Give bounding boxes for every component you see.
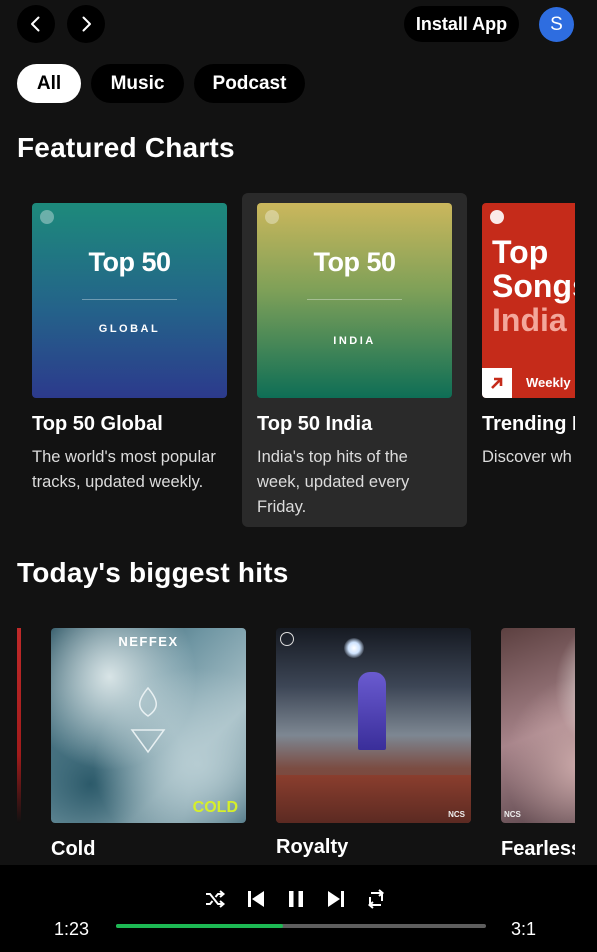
progress-fill (116, 924, 283, 928)
cover-title: Top 50 (88, 247, 171, 277)
cover-text-block: Top Songs India (492, 235, 575, 337)
repeat-button[interactable] (364, 887, 388, 911)
cover-subtitle: GLOBAL (98, 323, 161, 335)
track-title: Royalty (276, 836, 349, 858)
filter-chip-all[interactable]: All (17, 64, 81, 103)
chart-card-trending-india[interactable]: Top Songs India Weekly Trending I Discov… (467, 193, 575, 527)
elapsed-time: 1:23 (54, 919, 90, 939)
cover-line-songs: Songs (492, 268, 575, 304)
cover-tag: COLD (192, 799, 238, 816)
filter-chip-podcast[interactable]: Podcast (194, 64, 305, 103)
player-bar: 1:23 3:1 (0, 865, 597, 952)
cover-divider (82, 299, 177, 300)
neffex-emblem-icon (130, 686, 166, 754)
spotify-logo-icon (40, 210, 54, 224)
cover-ground (276, 775, 471, 823)
track-card-cold[interactable]: NEFFEX COLD Cold (36, 620, 261, 865)
chart-card-top50-global[interactable]: Top 50 GLOBAL Top 50 Global The world's … (17, 193, 242, 527)
light-orb (344, 638, 364, 658)
cover-top50-global: Top 50 GLOBAL (32, 203, 227, 398)
track-title: Cold (51, 838, 96, 860)
cover-tag: NCS (448, 810, 465, 819)
next-icon (328, 891, 344, 907)
cover-cold: NEFFEX COLD (51, 628, 246, 823)
cover-royalty: NCS (276, 628, 471, 823)
chart-card-top50-india[interactable]: Top 50 INDIA Top 50 India India's top hi… (242, 193, 467, 527)
chevron-left-icon (31, 16, 40, 32)
cloaked-figure (358, 672, 386, 750)
card-description: India's top hits of the week, updated ev… (257, 448, 410, 516)
total-duration: 3:1 (511, 919, 537, 939)
next-button[interactable] (324, 887, 348, 911)
track-card-royalty[interactable]: NCS Royalty (261, 620, 486, 865)
section-title-featured-charts: Featured Charts (17, 132, 235, 163)
track-title: Fearless (501, 838, 575, 860)
cover-line-india: India (492, 302, 567, 338)
section-title-biggest-hits: Today's biggest hits (17, 557, 289, 588)
filter-chip-music[interactable]: Music (91, 64, 184, 103)
partial-cover-left (17, 628, 21, 823)
cover-fearless: NCS (501, 628, 575, 823)
cover-title: Top 50 (313, 247, 396, 277)
cover-artist-text: NEFFEX (118, 634, 179, 649)
card-title: Trending I (482, 413, 575, 435)
card-description: Discover wh across India (482, 448, 575, 466)
previous-button[interactable] (244, 887, 268, 911)
pause-icon (289, 891, 303, 907)
cover-subtitle: INDIA (333, 335, 376, 347)
biggest-hits-carousel: NEFFEX COLD Cold NCS Royalty NCS Fearles… (0, 620, 575, 865)
shuffle-icon (206, 890, 226, 908)
forward-button[interactable] (67, 5, 105, 43)
card-description: The world's most popular tracks, updated… (32, 448, 216, 491)
arrow-up-right-icon (482, 368, 512, 398)
top-bar: Install App S (0, 0, 597, 50)
cover-top-songs-india: Top Songs India Weekly (482, 203, 575, 398)
track-card-fearless[interactable]: NCS Fearless (486, 620, 575, 865)
cover-badge-weekly: Weekly (526, 375, 571, 390)
card-title: Top 50 Global (32, 413, 163, 435)
featured-charts-carousel: Top 50 GLOBAL Top 50 Global The world's … (0, 193, 575, 533)
shuffle-button[interactable] (203, 887, 227, 911)
back-button[interactable] (17, 5, 55, 43)
chevron-right-icon (82, 16, 91, 32)
user-avatar[interactable]: S (539, 7, 574, 42)
cover-line-top: Top (492, 234, 549, 270)
install-app-button[interactable]: Install App (404, 6, 519, 42)
cover-divider (307, 299, 402, 300)
cover-top50-india: Top 50 INDIA (257, 203, 452, 398)
repeat-icon (367, 889, 385, 909)
ncs-logo-icon (280, 632, 294, 646)
card-title: Top 50 India (257, 413, 373, 435)
spotify-logo-icon (265, 210, 279, 224)
spotify-logo-icon (490, 210, 504, 224)
progress-bar[interactable] (116, 924, 486, 928)
cover-tag: NCS (504, 810, 521, 819)
pause-button[interactable] (284, 887, 308, 911)
previous-icon (248, 891, 264, 907)
